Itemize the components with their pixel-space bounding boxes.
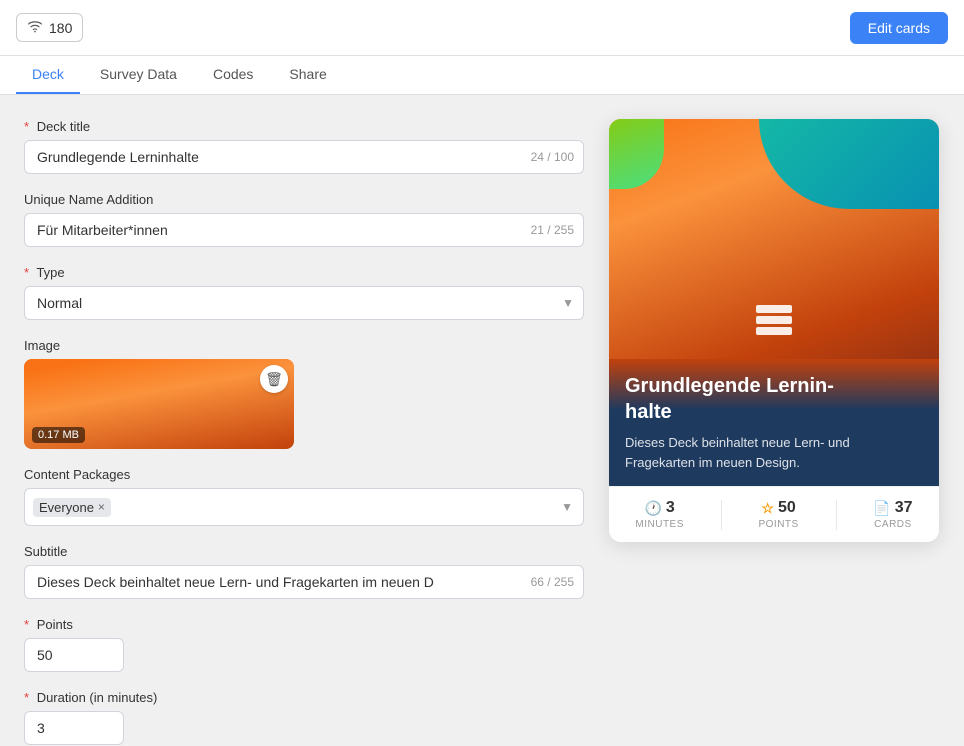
subtitle-input[interactable] (24, 565, 584, 599)
points-input[interactable] (24, 638, 124, 672)
preview-panel: Grundlegende Lernin- halte Dieses Deck b… (584, 119, 940, 722)
edit-cards-button[interactable]: Edit cards (850, 12, 948, 44)
card-image-area (609, 119, 939, 359)
minutes-label: MINUTES (635, 519, 684, 530)
card-title: Grundlegende Lernin- halte (625, 373, 923, 425)
points-field: * Points (24, 617, 584, 672)
tag-label: Everyone (39, 500, 94, 515)
duration-required-marker: * (24, 690, 29, 705)
tab-codes[interactable]: Codes (197, 56, 269, 94)
deck-title-input[interactable] (24, 140, 584, 174)
clock-icon: 🕐 (644, 500, 661, 517)
duration-input[interactable] (24, 711, 124, 745)
content-packages-field: Content Packages Everyone × ▼ (24, 467, 584, 526)
duration-field: * Duration (in minutes) (24, 690, 584, 745)
unique-name-char-count: 21 / 255 (531, 223, 574, 237)
stat-minutes: 🕐 3 MINUTES (635, 499, 684, 530)
form-panel: * Deck title 24 / 100 Unique Name Additi… (24, 119, 584, 722)
minutes-value: 3 (666, 499, 675, 517)
cards-value: 37 (895, 499, 913, 517)
tags-chevron-icon: ▼ (561, 500, 573, 514)
trash-icon: 🗑 (265, 371, 283, 388)
deck-title-field: * Deck title 24 / 100 (24, 119, 584, 174)
points-value: 50 (778, 499, 796, 517)
content-packages-input[interactable]: Everyone × ▼ (24, 488, 584, 526)
tag-remove-button[interactable]: × (98, 500, 105, 514)
stat-cards: 📄 37 CARDS (873, 499, 912, 530)
tab-survey-data[interactable]: Survey Data (84, 56, 193, 94)
card-icon: 📄 (873, 500, 890, 517)
tabs-bar: Deck Survey Data Codes Share (0, 56, 964, 95)
unique-name-field: Unique Name Addition 21 / 255 (24, 192, 584, 247)
type-select-wrapper: Normal Assessment Survey ▼ (24, 286, 584, 320)
everyone-tag: Everyone × (33, 498, 111, 517)
wifi-icon (27, 18, 43, 37)
card-teal-shape (759, 119, 939, 209)
unique-name-input-wrapper: 21 / 255 (24, 213, 584, 247)
card-stats: 🕐 3 MINUTES ☆ 50 POINTS 📄 (609, 486, 939, 542)
deck-badge: 180 (16, 13, 83, 42)
image-field: Image 0.17 MB 🗑 (24, 338, 584, 449)
image-size-badge: 0.17 MB (32, 427, 85, 443)
stat-divider-1 (721, 500, 722, 530)
unique-name-label: Unique Name Addition (24, 192, 584, 207)
card-green-shape (609, 119, 664, 189)
content-packages-label: Content Packages (24, 467, 584, 482)
required-marker: * (24, 119, 29, 134)
points-label: POINTS (758, 519, 798, 530)
type-required-marker: * (24, 265, 29, 280)
type-label: * Type (24, 265, 584, 280)
deck-number: 180 (49, 20, 72, 36)
image-delete-button[interactable]: 🗑 (260, 365, 288, 393)
deck-title-char-count: 24 / 100 (531, 150, 574, 164)
top-bar: 180 Edit cards (0, 0, 964, 56)
subtitle-input-wrapper: 66 / 255 (24, 565, 584, 599)
tab-deck[interactable]: Deck (16, 56, 80, 94)
unique-name-input[interactable] (24, 213, 584, 247)
card-layers-icon (756, 305, 792, 335)
stat-points: ☆ 50 POINTS (758, 499, 798, 530)
image-preview: 0.17 MB 🗑 (24, 359, 294, 449)
type-field: * Type Normal Assessment Survey ▼ (24, 265, 584, 320)
tab-share[interactable]: Share (273, 56, 342, 94)
cards-label: CARDS (874, 519, 912, 530)
deck-title-input-wrapper: 24 / 100 (24, 140, 584, 174)
subtitle-char-count: 66 / 255 (531, 575, 574, 589)
star-icon: ☆ (761, 500, 774, 517)
stat-divider-2 (836, 500, 837, 530)
deck-preview-card: Grundlegende Lernin- halte Dieses Deck b… (609, 119, 939, 542)
points-required-marker: * (24, 617, 29, 632)
points-label: * Points (24, 617, 584, 632)
type-select[interactable]: Normal Assessment Survey (24, 286, 584, 320)
duration-label: * Duration (in minutes) (24, 690, 584, 705)
subtitle-label: Subtitle (24, 544, 584, 559)
card-subtitle: Dieses Deck beinhaltet neue Lern- und Fr… (625, 433, 923, 472)
subtitle-field: Subtitle 66 / 255 (24, 544, 584, 599)
deck-title-label: * Deck title (24, 119, 584, 134)
main-content: * Deck title 24 / 100 Unique Name Additi… (0, 95, 964, 746)
image-label: Image (24, 338, 584, 353)
card-body: Grundlegende Lernin- halte Dieses Deck b… (609, 359, 939, 486)
